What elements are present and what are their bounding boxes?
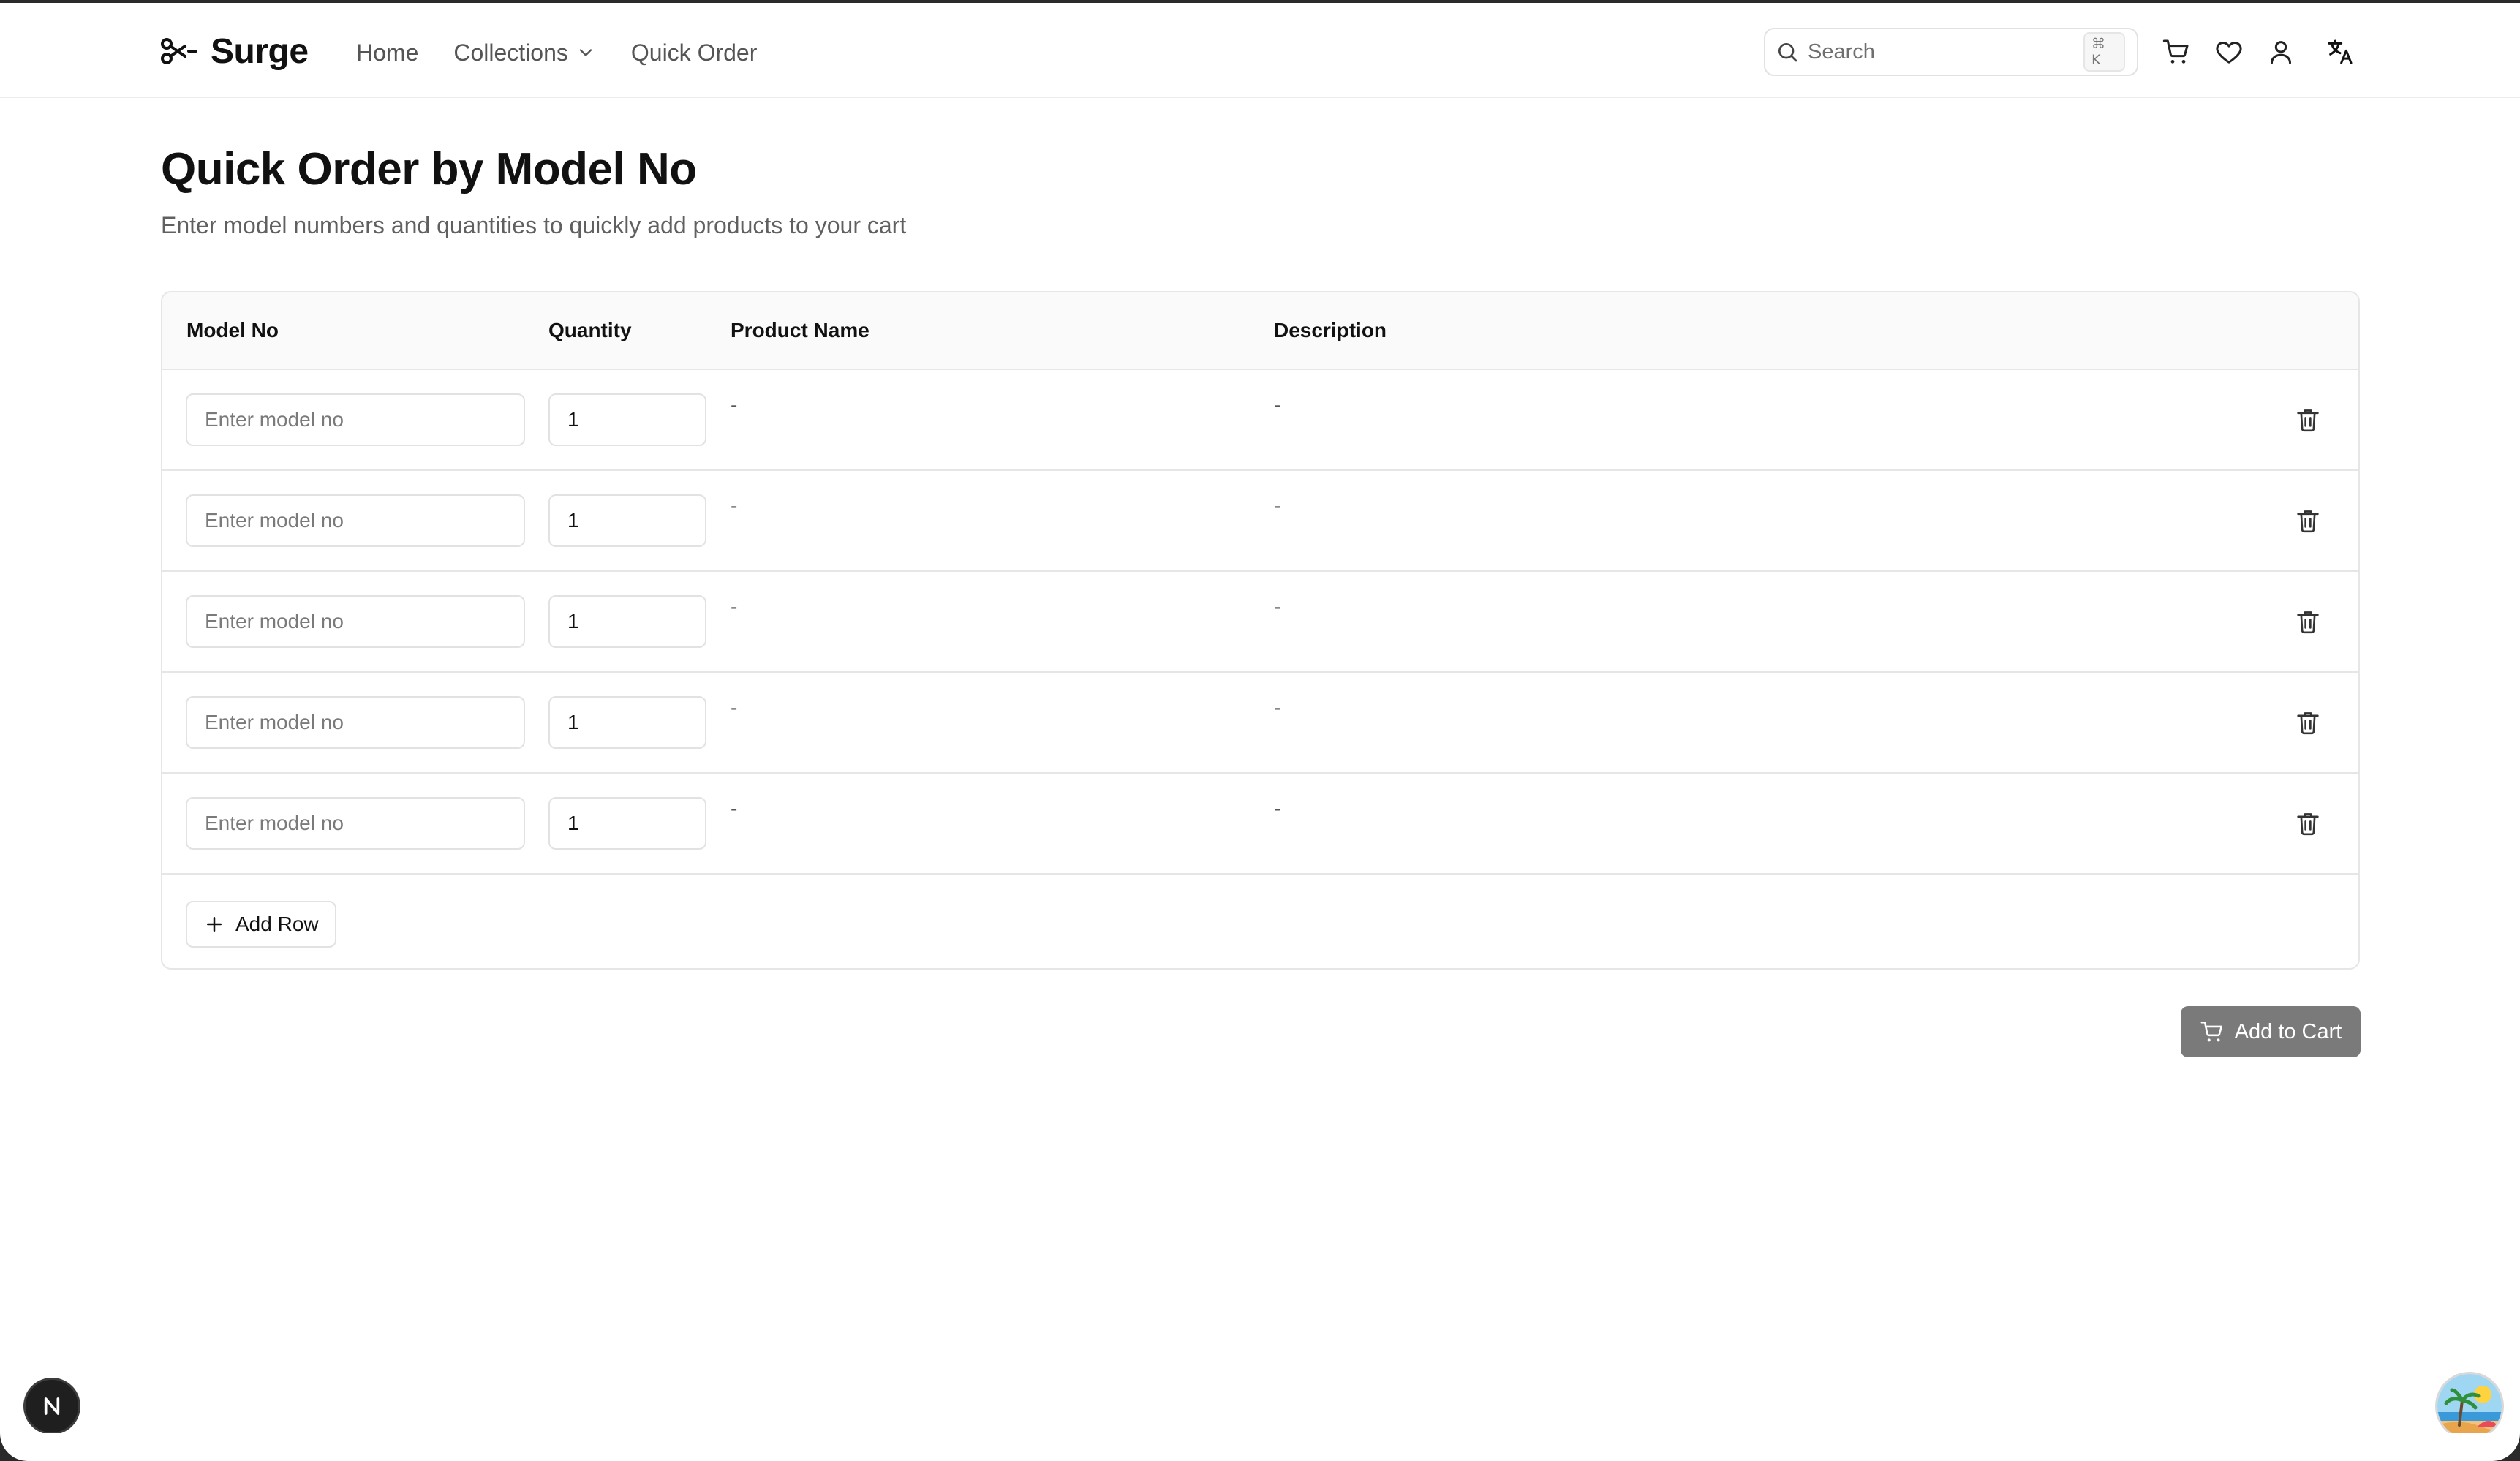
description-cell: - <box>1274 696 1281 719</box>
product-name-cell: - <box>731 595 738 618</box>
wishlist-button[interactable] <box>2213 36 2245 68</box>
description-cell: - <box>1274 797 1281 820</box>
quantity-input[interactable] <box>548 494 706 547</box>
brand-logo[interactable]: Surge <box>161 29 309 73</box>
page-title: Quick Order by Model No <box>161 144 697 195</box>
add-row-button[interactable]: Add Row <box>186 901 336 948</box>
product-name-cell: - <box>731 696 738 719</box>
plus-icon <box>207 917 222 932</box>
column-header-quantity: Quantity <box>548 319 632 341</box>
cart-button[interactable] <box>2160 36 2192 68</box>
nav-home[interactable]: Home <box>356 39 418 67</box>
chevron-down-icon <box>579 49 592 56</box>
nextjs-icon <box>44 1397 60 1415</box>
quantity-input[interactable] <box>548 696 706 749</box>
product-name-cell: - <box>731 393 738 416</box>
description-cell: - <box>1274 393 1281 416</box>
site-header: Surge Home Collections Quick Order ⌘ K <box>0 3 2520 98</box>
scissors-icon <box>161 38 197 64</box>
page-subtitle: Enter model numbers and quantities to qu… <box>161 212 907 238</box>
trash-icon <box>2297 510 2319 533</box>
nav-quick-order[interactable]: Quick Order <box>631 39 757 67</box>
table-row: - - <box>162 774 2358 875</box>
description-cell: - <box>1274 494 1281 517</box>
trash-icon <box>2297 611 2319 634</box>
search-shortcut-badge: ⌘ K <box>2083 32 2125 72</box>
window-bottom-edge <box>0 1433 2520 1461</box>
translate-icon <box>2328 39 2353 64</box>
column-header-product-name: Product Name <box>731 319 869 341</box>
table-row: - - <box>162 370 2358 471</box>
table-row: - - <box>162 673 2358 774</box>
table-row: - - <box>162 471 2358 572</box>
search-icon <box>1778 43 1797 62</box>
trash-icon <box>2297 409 2319 432</box>
trash-icon <box>2297 813 2319 836</box>
delete-row-button[interactable] <box>2293 405 2323 434</box>
model-no-input[interactable] <box>186 393 525 446</box>
quantity-input[interactable] <box>548 393 706 446</box>
delete-row-button[interactable] <box>2293 809 2323 838</box>
product-name-cell: - <box>731 494 738 517</box>
assistant-avatar[interactable] <box>2435 1372 2504 1441</box>
heart-icon <box>2216 42 2242 64</box>
product-name-cell: - <box>731 797 738 820</box>
column-header-model-no: Model No <box>186 319 279 341</box>
main-nav: Home Collections Quick Order <box>356 32 792 73</box>
user-icon <box>2271 41 2291 64</box>
account-button[interactable] <box>2265 36 2297 68</box>
table-header: Model No Quantity Product Name Descripti… <box>162 292 2358 370</box>
table-row: - - <box>162 572 2358 673</box>
delete-row-button[interactable] <box>2293 708 2323 737</box>
beach-scene-icon <box>2437 1374 2502 1438</box>
model-no-input[interactable] <box>186 494 525 547</box>
quantity-input[interactable] <box>548 595 706 648</box>
nextjs-devtools-button[interactable] <box>23 1378 80 1435</box>
language-button[interactable] <box>2324 36 2356 68</box>
delete-row-button[interactable] <box>2293 607 2323 636</box>
add-to-cart-button[interactable]: Add to Cart <box>2181 1006 2361 1057</box>
quick-order-table: Model No Quantity Product Name Descripti… <box>161 291 2360 970</box>
add-row-label: Add Row <box>235 913 319 935</box>
nav-collections[interactable]: Collections <box>453 39 596 67</box>
model-no-input[interactable] <box>186 595 525 648</box>
search-box[interactable]: ⌘ K <box>1764 28 2138 76</box>
trash-icon <box>2297 712 2319 735</box>
nav-collections-label: Collections <box>453 39 568 66</box>
brand-name: Surge <box>211 31 309 71</box>
search-input[interactable] <box>1808 39 2083 64</box>
model-no-input[interactable] <box>186 797 525 850</box>
delete-row-button[interactable] <box>2293 506 2323 535</box>
add-to-cart-label: Add to Cart <box>2234 1019 2342 1043</box>
cart-icon <box>2200 1021 2222 1042</box>
column-header-description: Description <box>1274 319 1387 341</box>
quantity-input[interactable] <box>548 797 706 850</box>
model-no-input[interactable] <box>186 696 525 749</box>
description-cell: - <box>1274 595 1281 618</box>
cart-icon <box>2162 39 2189 64</box>
